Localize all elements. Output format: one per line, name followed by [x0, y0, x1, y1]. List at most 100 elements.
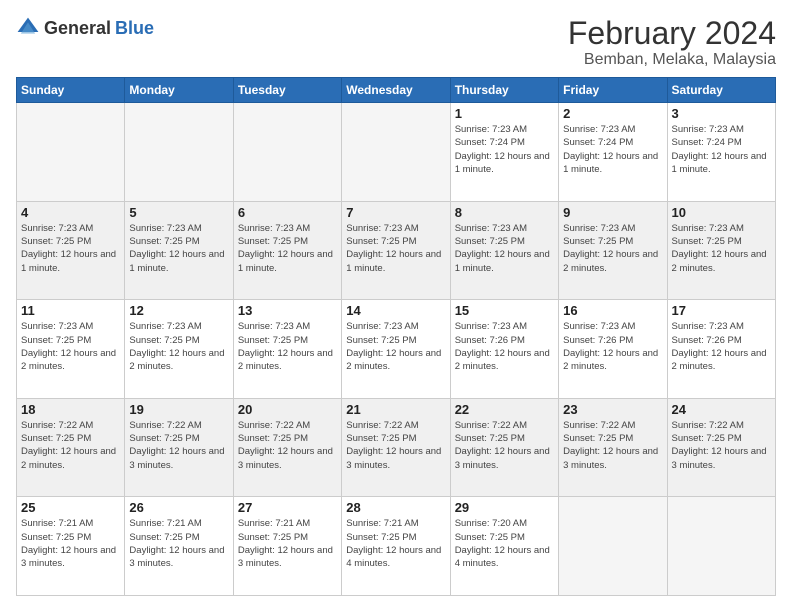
page: GeneralBlue February 2024 Bemban, Melaka… — [0, 0, 792, 612]
day-number: 6 — [238, 205, 337, 220]
calendar-header-friday: Friday — [559, 78, 667, 103]
day-number: 11 — [21, 303, 120, 318]
day-info: Sunrise: 7:23 AMSunset: 7:25 PMDaylight:… — [21, 222, 120, 275]
calendar-cell: 19 Sunrise: 7:22 AMSunset: 7:25 PMDayligh… — [125, 398, 233, 497]
calendar-cell: 9 Sunrise: 7:23 AMSunset: 7:25 PMDaylight… — [559, 201, 667, 300]
logo-blue: Blue — [115, 18, 154, 39]
calendar-cell: 21Sunrise: 7:22 AMSunset: 7:25 PMDayligh… — [342, 398, 450, 497]
calendar-week-row: 4 Sunrise: 7:23 AMSunset: 7:25 PMDaylight… — [17, 201, 776, 300]
day-number: 26 — [129, 500, 228, 515]
calendar-cell: 5 Sunrise: 7:23 AMSunset: 7:25 PMDaylight… — [125, 201, 233, 300]
calendar-cell: 2 Sunrise: 7:23 AMSunset: 7:24 PMDaylight… — [559, 103, 667, 202]
day-number: 22 — [455, 402, 554, 417]
calendar-table: SundayMondayTuesdayWednesdayThursdayFrid… — [16, 77, 776, 596]
day-number: 18 — [21, 402, 120, 417]
day-number: 4 — [21, 205, 120, 220]
subtitle: Bemban, Melaka, Malaysia — [568, 51, 776, 69]
day-info: Sunrise: 7:23 AMSunset: 7:25 PMDaylight:… — [346, 320, 445, 373]
day-info: Sunrise: 7:22 AMSunset: 7:25 PMDaylight:… — [238, 419, 337, 472]
day-number: 12 — [129, 303, 228, 318]
day-info: Sunrise: 7:21 AMSunset: 7:25 PMDaylight:… — [21, 517, 120, 570]
calendar-cell: 11 Sunrise: 7:23 AMSunset: 7:25 PMDayligh… — [17, 300, 125, 399]
day-info: Sunrise: 7:21 AMSunset: 7:25 PMDaylight:… — [129, 517, 228, 570]
calendar-cell: 10 Sunrise: 7:23 AMSunset: 7:25 PMDayligh… — [667, 201, 775, 300]
day-number: 16 — [563, 303, 662, 318]
calendar-cell: 26 Sunrise: 7:21 AMSunset: 7:25 PMDayligh… — [125, 497, 233, 596]
day-number: 24 — [672, 402, 771, 417]
day-info: Sunrise: 7:23 AMSunset: 7:25 PMDaylight:… — [672, 222, 771, 275]
calendar-cell: 25Sunrise: 7:21 AMSunset: 7:25 PMDayligh… — [17, 497, 125, 596]
title-area: February 2024 Bemban, Melaka, Malaysia — [568, 16, 776, 69]
day-info: Sunrise: 7:23 AMSunset: 7:25 PMDaylight:… — [21, 320, 120, 373]
day-number: 8 — [455, 205, 554, 220]
calendar-cell: 24 Sunrise: 7:22 AMSunset: 7:25 PMDayligh… — [667, 398, 775, 497]
calendar-cell: 23 Sunrise: 7:22 AMSunset: 7:25 PMDayligh… — [559, 398, 667, 497]
day-info: Sunrise: 7:23 AMSunset: 7:26 PMDaylight:… — [563, 320, 662, 373]
calendar-header-row: SundayMondayTuesdayWednesdayThursdayFrid… — [17, 78, 776, 103]
calendar-cell: 17 Sunrise: 7:23 AMSunset: 7:26 PMDayligh… — [667, 300, 775, 399]
day-number: 29 — [455, 500, 554, 515]
day-info: Sunrise: 7:23 AMSunset: 7:25 PMDaylight:… — [129, 222, 228, 275]
header: GeneralBlue February 2024 Bemban, Melaka… — [16, 16, 776, 69]
day-info: Sunrise: 7:23 AMSunset: 7:26 PMDaylight:… — [455, 320, 554, 373]
day-number: 2 — [563, 106, 662, 121]
calendar-cell: 4 Sunrise: 7:23 AMSunset: 7:25 PMDaylight… — [17, 201, 125, 300]
calendar-header-tuesday: Tuesday — [233, 78, 341, 103]
logo: GeneralBlue — [16, 16, 154, 40]
day-info: Sunrise: 7:23 AMSunset: 7:25 PMDaylight:… — [455, 222, 554, 275]
day-info: Sunrise: 7:22 AMSunset: 7:25 PMDaylight:… — [563, 419, 662, 472]
calendar-cell — [233, 103, 341, 202]
day-number: 19 — [129, 402, 228, 417]
calendar-cell — [342, 103, 450, 202]
day-number: 20 — [238, 402, 337, 417]
calendar-header-thursday: Thursday — [450, 78, 558, 103]
day-number: 27 — [238, 500, 337, 515]
calendar-cell: 6 Sunrise: 7:23 AMSunset: 7:25 PMDaylight… — [233, 201, 341, 300]
day-number: 13 — [238, 303, 337, 318]
calendar-header-wednesday: Wednesday — [342, 78, 450, 103]
day-number: 10 — [672, 205, 771, 220]
calendar-cell: 20 Sunrise: 7:22 AMSunset: 7:25 PMDayligh… — [233, 398, 341, 497]
calendar-cell: 8 Sunrise: 7:23 AMSunset: 7:25 PMDaylight… — [450, 201, 558, 300]
calendar-cell: 12 Sunrise: 7:23 AMSunset: 7:25 PMDayligh… — [125, 300, 233, 399]
calendar-header-saturday: Saturday — [667, 78, 775, 103]
day-info: Sunrise: 7:23 AMSunset: 7:25 PMDaylight:… — [238, 222, 337, 275]
calendar-header-sunday: Sunday — [17, 78, 125, 103]
day-info: Sunrise: 7:22 AMSunset: 7:25 PMDaylight:… — [129, 419, 228, 472]
day-number: 9 — [563, 205, 662, 220]
calendar-cell: 13 Sunrise: 7:23 AMSunset: 7:25 PMDayligh… — [233, 300, 341, 399]
calendar-cell: 16 Sunrise: 7:23 AMSunset: 7:26 PMDayligh… — [559, 300, 667, 399]
day-info: Sunrise: 7:23 AMSunset: 7:25 PMDaylight:… — [346, 222, 445, 275]
calendar-header-monday: Monday — [125, 78, 233, 103]
calendar-cell: 15 Sunrise: 7:23 AMSunset: 7:26 PMDayligh… — [450, 300, 558, 399]
calendar-cell: 14 Sunrise: 7:23 AMSunset: 7:25 PMDayligh… — [342, 300, 450, 399]
calendar-cell: 29 Sunrise: 7:20 AMSunset: 7:25 PMDayligh… — [450, 497, 558, 596]
logo-general: General — [44, 18, 111, 39]
day-number: 15 — [455, 303, 554, 318]
day-number: 5 — [129, 205, 228, 220]
day-info: Sunrise: 7:22 AMSunset: 7:25 PMDaylight:… — [672, 419, 771, 472]
day-info: Sunrise: 7:20 AMSunset: 7:25 PMDaylight:… — [455, 517, 554, 570]
calendar-cell: 27Sunrise: 7:21 AMSunset: 7:25 PMDayligh… — [233, 497, 341, 596]
day-number: 17 — [672, 303, 771, 318]
logo-icon — [16, 16, 40, 40]
day-number: 14 — [346, 303, 445, 318]
calendar-cell — [559, 497, 667, 596]
calendar-week-row: 25Sunrise: 7:21 AMSunset: 7:25 PMDayligh… — [17, 497, 776, 596]
day-info: Sunrise: 7:23 AMSunset: 7:25 PMDaylight:… — [238, 320, 337, 373]
day-number: 7 — [346, 205, 445, 220]
day-number: 28 — [346, 500, 445, 515]
day-number: 23 — [563, 402, 662, 417]
calendar-cell: 1Sunrise: 7:23 AMSunset: 7:24 PMDaylight… — [450, 103, 558, 202]
day-info: Sunrise: 7:23 AMSunset: 7:25 PMDaylight:… — [563, 222, 662, 275]
calendar-cell: 28Sunrise: 7:21 AMSunset: 7:25 PMDayligh… — [342, 497, 450, 596]
day-info: Sunrise: 7:23 AMSunset: 7:26 PMDaylight:… — [672, 320, 771, 373]
day-info: Sunrise: 7:23 AMSunset: 7:25 PMDaylight:… — [129, 320, 228, 373]
calendar-week-row: 1Sunrise: 7:23 AMSunset: 7:24 PMDaylight… — [17, 103, 776, 202]
main-title: February 2024 — [568, 16, 776, 51]
calendar-cell: 18Sunrise: 7:22 AMSunset: 7:25 PMDayligh… — [17, 398, 125, 497]
day-info: Sunrise: 7:23 AMSunset: 7:24 PMDaylight:… — [563, 123, 662, 176]
calendar-cell — [125, 103, 233, 202]
calendar-cell: 22Sunrise: 7:22 AMSunset: 7:25 PMDayligh… — [450, 398, 558, 497]
day-info: Sunrise: 7:23 AMSunset: 7:24 PMDaylight:… — [455, 123, 554, 176]
